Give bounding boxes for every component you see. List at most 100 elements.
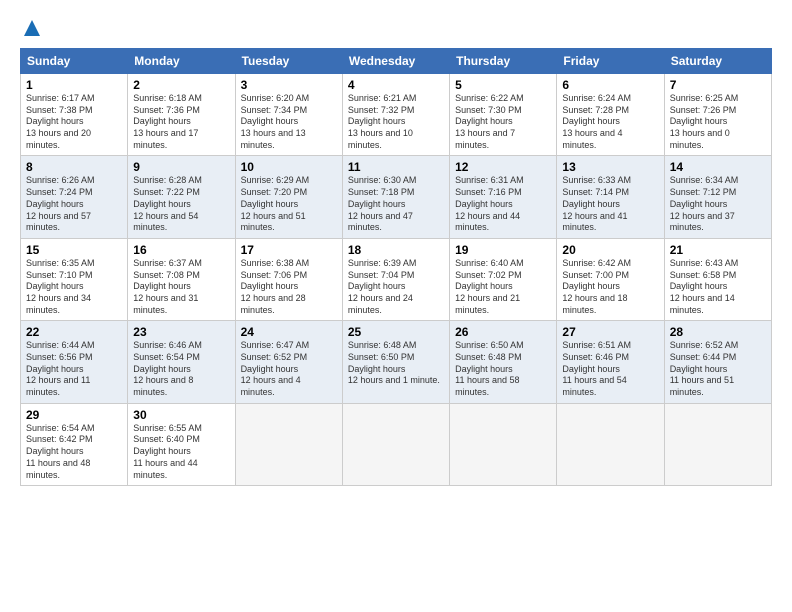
calendar-header-row: Sunday Monday Tuesday Wednesday Thursday… [21, 49, 772, 74]
table-row: 10Sunrise: 6:29 AMSunset: 7:20 PMDayligh… [235, 156, 342, 238]
table-row: 29Sunrise: 6:54 AMSunset: 6:42 PMDayligh… [21, 403, 128, 485]
day-info: Sunrise: 6:51 AMSunset: 6:46 PMDaylight … [562, 340, 658, 398]
day-number: 24 [241, 325, 337, 339]
table-row: 11Sunrise: 6:30 AMSunset: 7:18 PMDayligh… [342, 156, 449, 238]
table-row: 1Sunrise: 6:17 AMSunset: 7:38 PMDaylight… [21, 74, 128, 156]
table-row [342, 403, 449, 485]
table-row: 24Sunrise: 6:47 AMSunset: 6:52 PMDayligh… [235, 321, 342, 403]
table-row: 26Sunrise: 6:50 AMSunset: 6:48 PMDayligh… [450, 321, 557, 403]
calendar-table: Sunday Monday Tuesday Wednesday Thursday… [20, 48, 772, 486]
day-number: 16 [133, 243, 229, 257]
day-info: Sunrise: 6:54 AMSunset: 6:42 PMDaylight … [26, 423, 122, 481]
table-row: 30Sunrise: 6:55 AMSunset: 6:40 PMDayligh… [128, 403, 235, 485]
day-number: 21 [670, 243, 766, 257]
day-info: Sunrise: 6:18 AMSunset: 7:36 PMDaylight … [133, 93, 229, 151]
day-info: Sunrise: 6:43 AMSunset: 6:58 PMDaylight … [670, 258, 766, 316]
day-number: 27 [562, 325, 658, 339]
day-number: 9 [133, 160, 229, 174]
day-info: Sunrise: 6:28 AMSunset: 7:22 PMDaylight … [133, 175, 229, 233]
table-row: 8Sunrise: 6:26 AMSunset: 7:24 PMDaylight… [21, 156, 128, 238]
table-row: 21Sunrise: 6:43 AMSunset: 6:58 PMDayligh… [664, 238, 771, 320]
day-number: 1 [26, 78, 122, 92]
header-sunday: Sunday [21, 49, 128, 74]
header-tuesday: Tuesday [235, 49, 342, 74]
day-number: 5 [455, 78, 551, 92]
day-info: Sunrise: 6:38 AMSunset: 7:06 PMDaylight … [241, 258, 337, 316]
day-info: Sunrise: 6:29 AMSunset: 7:20 PMDaylight … [241, 175, 337, 233]
day-number: 29 [26, 408, 122, 422]
day-info: Sunrise: 6:46 AMSunset: 6:54 PMDaylight … [133, 340, 229, 398]
table-row: 6Sunrise: 6:24 AMSunset: 7:28 PMDaylight… [557, 74, 664, 156]
day-number: 22 [26, 325, 122, 339]
table-row: 20Sunrise: 6:42 AMSunset: 7:00 PMDayligh… [557, 238, 664, 320]
day-info: Sunrise: 6:40 AMSunset: 7:02 PMDaylight … [455, 258, 551, 316]
day-info: Sunrise: 6:37 AMSunset: 7:08 PMDaylight … [133, 258, 229, 316]
header-wednesday: Wednesday [342, 49, 449, 74]
table-row: 7Sunrise: 6:25 AMSunset: 7:26 PMDaylight… [664, 74, 771, 156]
day-number: 23 [133, 325, 229, 339]
day-number: 19 [455, 243, 551, 257]
table-row: 15Sunrise: 6:35 AMSunset: 7:10 PMDayligh… [21, 238, 128, 320]
day-info: Sunrise: 6:22 AMSunset: 7:30 PMDaylight … [455, 93, 551, 151]
table-row [664, 403, 771, 485]
table-row: 27Sunrise: 6:51 AMSunset: 6:46 PMDayligh… [557, 321, 664, 403]
table-row: 23Sunrise: 6:46 AMSunset: 6:54 PMDayligh… [128, 321, 235, 403]
day-info: Sunrise: 6:44 AMSunset: 6:56 PMDaylight … [26, 340, 122, 398]
day-info: Sunrise: 6:30 AMSunset: 7:18 PMDaylight … [348, 175, 444, 233]
table-row [235, 403, 342, 485]
day-number: 26 [455, 325, 551, 339]
day-number: 7 [670, 78, 766, 92]
day-info: Sunrise: 6:48 AMSunset: 6:50 PMDaylight … [348, 340, 444, 387]
table-row: 22Sunrise: 6:44 AMSunset: 6:56 PMDayligh… [21, 321, 128, 403]
day-info: Sunrise: 6:20 AMSunset: 7:34 PMDaylight … [241, 93, 337, 151]
table-row: 17Sunrise: 6:38 AMSunset: 7:06 PMDayligh… [235, 238, 342, 320]
table-row: 14Sunrise: 6:34 AMSunset: 7:12 PMDayligh… [664, 156, 771, 238]
calendar-week-row: 8Sunrise: 6:26 AMSunset: 7:24 PMDaylight… [21, 156, 772, 238]
table-row: 13Sunrise: 6:33 AMSunset: 7:14 PMDayligh… [557, 156, 664, 238]
day-number: 28 [670, 325, 766, 339]
day-info: Sunrise: 6:25 AMSunset: 7:26 PMDaylight … [670, 93, 766, 151]
table-row: 2Sunrise: 6:18 AMSunset: 7:36 PMDaylight… [128, 74, 235, 156]
day-info: Sunrise: 6:39 AMSunset: 7:04 PMDaylight … [348, 258, 444, 316]
day-info: Sunrise: 6:17 AMSunset: 7:38 PMDaylight … [26, 93, 122, 151]
logo-icon [22, 18, 42, 38]
table-row: 9Sunrise: 6:28 AMSunset: 7:22 PMDaylight… [128, 156, 235, 238]
table-row: 12Sunrise: 6:31 AMSunset: 7:16 PMDayligh… [450, 156, 557, 238]
day-info: Sunrise: 6:52 AMSunset: 6:44 PMDaylight … [670, 340, 766, 398]
calendar-week-row: 22Sunrise: 6:44 AMSunset: 6:56 PMDayligh… [21, 321, 772, 403]
header-friday: Friday [557, 49, 664, 74]
day-info: Sunrise: 6:26 AMSunset: 7:24 PMDaylight … [26, 175, 122, 233]
page: Sunday Monday Tuesday Wednesday Thursday… [0, 0, 792, 612]
table-row: 18Sunrise: 6:39 AMSunset: 7:04 PMDayligh… [342, 238, 449, 320]
day-info: Sunrise: 6:55 AMSunset: 6:40 PMDaylight … [133, 423, 229, 481]
table-row [557, 403, 664, 485]
day-number: 25 [348, 325, 444, 339]
table-row: 25Sunrise: 6:48 AMSunset: 6:50 PMDayligh… [342, 321, 449, 403]
logo [20, 18, 42, 38]
day-number: 18 [348, 243, 444, 257]
calendar-week-row: 1Sunrise: 6:17 AMSunset: 7:38 PMDaylight… [21, 74, 772, 156]
day-number: 8 [26, 160, 122, 174]
day-number: 20 [562, 243, 658, 257]
day-number: 11 [348, 160, 444, 174]
day-info: Sunrise: 6:42 AMSunset: 7:00 PMDaylight … [562, 258, 658, 316]
day-number: 14 [670, 160, 766, 174]
day-info: Sunrise: 6:31 AMSunset: 7:16 PMDaylight … [455, 175, 551, 233]
day-number: 10 [241, 160, 337, 174]
day-number: 3 [241, 78, 337, 92]
header-thursday: Thursday [450, 49, 557, 74]
table-row [450, 403, 557, 485]
table-row: 28Sunrise: 6:52 AMSunset: 6:44 PMDayligh… [664, 321, 771, 403]
table-row: 4Sunrise: 6:21 AMSunset: 7:32 PMDaylight… [342, 74, 449, 156]
day-info: Sunrise: 6:47 AMSunset: 6:52 PMDaylight … [241, 340, 337, 398]
table-row: 3Sunrise: 6:20 AMSunset: 7:34 PMDaylight… [235, 74, 342, 156]
day-number: 15 [26, 243, 122, 257]
header [20, 18, 772, 38]
day-info: Sunrise: 6:34 AMSunset: 7:12 PMDaylight … [670, 175, 766, 233]
table-row: 5Sunrise: 6:22 AMSunset: 7:30 PMDaylight… [450, 74, 557, 156]
day-number: 2 [133, 78, 229, 92]
day-number: 6 [562, 78, 658, 92]
day-number: 13 [562, 160, 658, 174]
table-row: 19Sunrise: 6:40 AMSunset: 7:02 PMDayligh… [450, 238, 557, 320]
day-info: Sunrise: 6:50 AMSunset: 6:48 PMDaylight … [455, 340, 551, 398]
